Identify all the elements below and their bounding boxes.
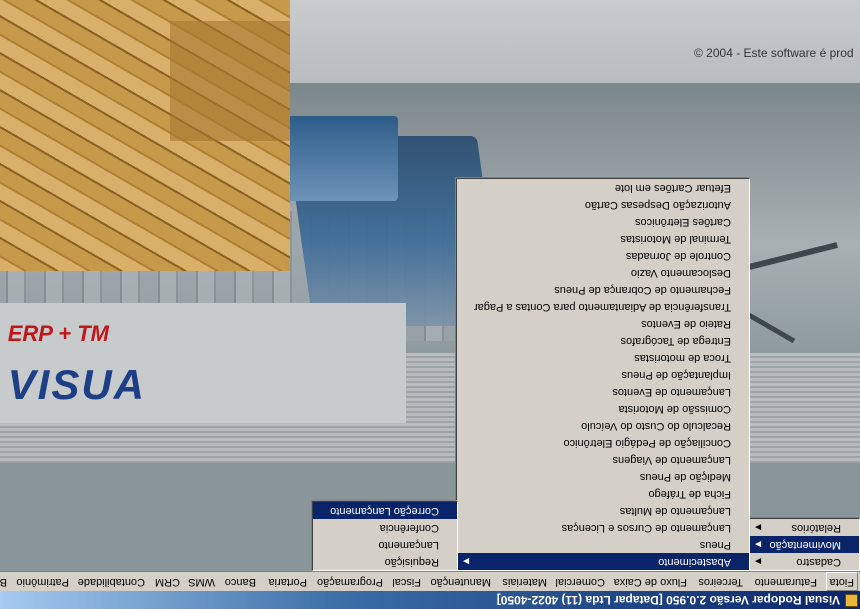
menu-terceiros[interactable]: Terceiros — [695, 572, 746, 591]
menu-item-relatorios[interactable]: Relatórios ▶ — [749, 519, 859, 536]
menu-item-cartoes-lote[interactable]: Efetuar Cartões em lote — [457, 179, 749, 196]
menu-item-pedagio[interactable]: Conciliação de Pedágio Eletrônico — [457, 434, 749, 451]
menu-item-recalculo-custo[interactable]: Recalculo do Custo do Veículo — [457, 417, 749, 434]
app-icon[interactable] — [845, 594, 858, 607]
menu-materiais[interactable]: Materiais — [499, 572, 550, 591]
menu-item-abastecimento[interactable]: Abastecimento ▶ — [457, 553, 749, 570]
menu-item-medicao-pneus[interactable]: Medição de Pneus — [457, 468, 749, 485]
menu-comercial[interactable]: Comercial — [552, 572, 608, 591]
menu-item-label: Cadastro — [796, 556, 841, 568]
menu-item-viagens[interactable]: Lançamento de Viagens — [457, 451, 749, 468]
menu-item-deslocamento-vazio[interactable]: Deslocamento Vazio — [457, 264, 749, 281]
menu-item-eventos[interactable]: Lançamento de Eventos — [457, 383, 749, 400]
menu-item-multas[interactable]: Lançamento de Multas — [457, 502, 749, 519]
menu-fiota[interactable]: Fiota — [825, 572, 858, 591]
menu-banco[interactable]: Banco — [222, 572, 259, 591]
submenu-arrow-icon: ▶ — [755, 540, 762, 549]
menu-item-rateio-eventos[interactable]: Rateio de Eventos — [457, 315, 749, 332]
menu-fiscal[interactable]: Fiscal — [389, 572, 424, 591]
menu-bar: Fiota Faturamento Terceiros Fluxo de Cai… — [0, 571, 860, 591]
dropdown-movimentacao: Abastecimento ▶ Pneus Lançamento de Curso… — [456, 178, 750, 571]
submenu-arrow-icon: ▶ — [463, 557, 470, 566]
menu-item-controle-jornadas[interactable]: Controle de Jornadas — [457, 247, 749, 264]
menu-item-pneus[interactable]: Pneus — [457, 536, 749, 553]
logo-tagline: ERP + TM — [8, 321, 110, 346]
menu-item-label: Abastecimento — [658, 556, 731, 568]
menu-item-despesas-cartao[interactable]: Autorização Despesas Cartão — [457, 196, 749, 213]
menu-contabilidade[interactable]: Contabilidade — [75, 572, 148, 591]
menu-portaria[interactable]: Portaria — [265, 572, 310, 591]
menu-manutencao[interactable]: Manutenção — [427, 572, 494, 591]
menu-item-terminal-motoristas[interactable]: Terminal de Motoristas — [457, 230, 749, 247]
copyright-text: © 2004 - Este software é prod — [694, 46, 854, 60]
logo-panel: VISUA ERP + TM — [0, 303, 406, 423]
submenu-arrow-icon: ▶ — [755, 557, 762, 566]
menu-item-movimentacao[interactable]: Movimentação ▶ — [749, 536, 859, 553]
menu-faturamento[interactable]: Faturamento — [752, 572, 820, 591]
menu-item-cursos-licencas[interactable]: Lançamento de Cursos e Licenças — [457, 519, 749, 536]
menu-item-lancamento[interactable]: Lançamento — [313, 536, 457, 553]
dropdown-abastecimento: Requisição Lançamento Conferência Correç… — [312, 501, 458, 571]
menu-item-transferencia-adiantamento[interactable]: Transferência de Adiantamento para Conta… — [457, 298, 749, 315]
menu-more[interactable]: B — [0, 572, 10, 591]
menu-item-label: Relatórios — [791, 522, 841, 534]
menu-item-correcao-lancamento[interactable]: Correção Lançamento — [313, 502, 457, 519]
menu-wms[interactable]: WMS — [185, 572, 218, 591]
submenu-arrow-icon: ▶ — [755, 523, 762, 532]
truck-cab-image — [288, 116, 398, 201]
menu-patrimonio[interactable]: Patrimônio — [13, 572, 72, 591]
menu-programacao[interactable]: Programação — [314, 572, 386, 591]
menu-crm[interactable]: CRM — [152, 572, 183, 591]
menu-item-requisicao[interactable]: Requisição — [313, 553, 457, 570]
menu-fluxo-de-caixa[interactable]: Fluxo de Caixa — [611, 572, 690, 591]
menu-item-implantacao-pneus[interactable]: Implantação de Pneus — [457, 366, 749, 383]
menu-item-troca-motoristas[interactable]: Troca de motoristas — [457, 349, 749, 366]
menu-item-comissao[interactable]: Comissão de Motorista — [457, 400, 749, 417]
menu-item-cartoes-eletronicos[interactable]: Cartões Eletrônicos — [457, 213, 749, 230]
menu-item-conferencia[interactable]: Conferência — [313, 519, 457, 536]
menu-item-ficha-trafego[interactable]: Ficha de Tráfego — [457, 485, 749, 502]
title-bar: Visual Rodopar Versão 2.0.950 [Datapar L… — [0, 591, 860, 609]
menu-item-cobranca-pneus[interactable]: Fechamento de Cobrança de Pneus — [457, 281, 749, 298]
cargo-boxes-shadow — [170, 21, 290, 141]
menu-item-tacografos[interactable]: Entrega de Tacógrafos — [457, 332, 749, 349]
dropdown-fiota: Cadastro ▶ Movimentação ▶ Relatórios ▶ — [748, 518, 860, 571]
screen: Visual Rodopar Versão 2.0.950 [Datapar L… — [0, 0, 860, 609]
menu-item-cadastro[interactable]: Cadastro ▶ — [749, 553, 859, 570]
logo-wordmark: VISUA — [8, 361, 147, 408]
menu-item-label: Movimentação — [769, 539, 841, 551]
window-title: Visual Rodopar Versão 2.0.950 [Datapar L… — [496, 593, 840, 607]
